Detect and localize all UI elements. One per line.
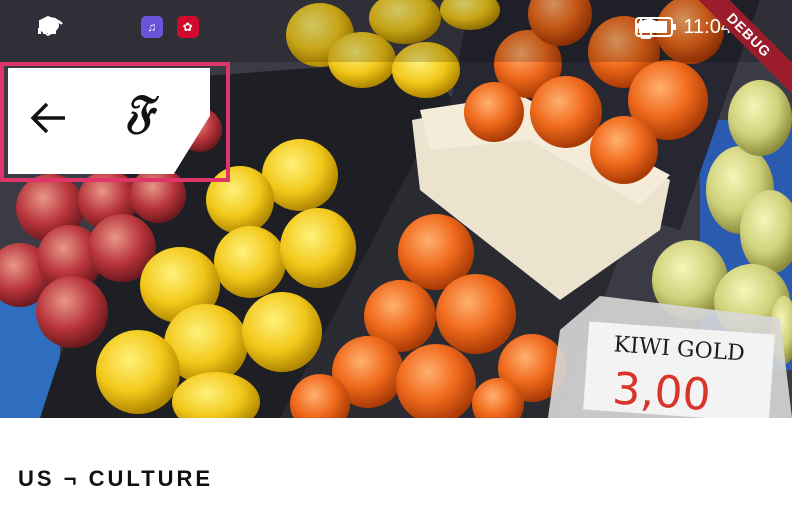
arrow-left-icon [29, 101, 69, 140]
app-logo[interactable]: 𝔉 [124, 88, 153, 134]
price-sign-value: 3,00 [611, 363, 712, 418]
back-button[interactable] [22, 96, 76, 144]
huawei-app-icon: ✿ [176, 16, 199, 38]
music-app-icon: ♫ [140, 16, 163, 38]
section-label[interactable]: US ¬ CULTURE [18, 466, 213, 492]
status-bar: 4G ♫ ✿ [0, 0, 792, 62]
